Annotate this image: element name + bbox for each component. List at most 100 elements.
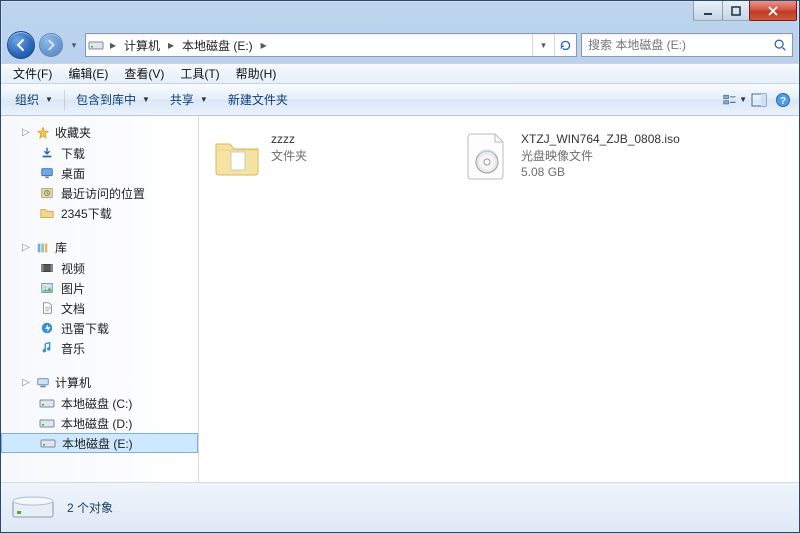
crumb-computer[interactable]: 计算机: [120, 34, 164, 56]
sidebar-group-label: 库: [55, 239, 67, 256]
minimize-icon: [702, 5, 714, 17]
search-box[interactable]: [581, 33, 793, 57]
navbar: ▾ ▸ 计算机 ▸ 本地磁盘 (E:) ▸ ▾: [1, 29, 799, 63]
sidebar-item-videos[interactable]: 视频: [1, 258, 198, 278]
chevron-right-icon[interactable]: ▸: [106, 34, 120, 56]
sidebar-group-computer[interactable]: ▷ 计算机: [1, 372, 198, 393]
search-icon[interactable]: [768, 38, 792, 52]
sidebar-item-label: 本地磁盘 (E:): [62, 435, 133, 452]
item-size: 5.08 GB: [521, 165, 680, 179]
chevron-right-icon[interactable]: ▸: [164, 34, 178, 56]
arrow-right-icon: [45, 39, 57, 51]
sidebar-item-label: 桌面: [61, 165, 85, 182]
chevron-right-icon[interactable]: ▸: [257, 34, 271, 56]
svg-text:?: ?: [780, 96, 786, 107]
sidebar-group-libraries[interactable]: ▷ 库: [1, 237, 198, 258]
list-item[interactable]: XTZJ_WIN764_ZJB_0808.iso 光盘映像文件 5.08 GB: [455, 126, 705, 186]
search-input[interactable]: [582, 38, 768, 52]
chevron-down-icon: ▼: [142, 95, 150, 104]
menu-view[interactable]: 查看(V): [116, 64, 172, 84]
sidebar-group-label: 计算机: [55, 374, 91, 391]
sidebar-item-drive-d[interactable]: 本地磁盘 (D:): [1, 413, 198, 433]
new-folder-button[interactable]: 新建文件夹: [218, 87, 298, 113]
chevron-down-icon: ▾: [541, 40, 546, 51]
sidebar-item-label: 迅雷下载: [61, 320, 109, 337]
video-icon: [39, 260, 55, 276]
folder-icon: [39, 205, 55, 221]
sidebar-item-label: 2345下载: [61, 205, 112, 222]
documents-icon: [39, 300, 55, 316]
drive-icon: [40, 435, 56, 451]
menu-tools[interactable]: 工具(T): [172, 64, 227, 84]
download-icon: [39, 145, 55, 161]
arrow-left-icon: [14, 38, 28, 52]
chevron-down-icon: ▼: [200, 95, 208, 104]
drive-icon: [86, 39, 106, 51]
menu-help[interactable]: 帮助(H): [228, 64, 285, 84]
menu-edit[interactable]: 编辑(E): [60, 64, 116, 84]
chevron-down-icon: ▼: [739, 95, 747, 104]
minimize-button[interactable]: [693, 1, 723, 21]
sidebar-item-label: 视频: [61, 260, 85, 277]
menubar: 文件(F) 编辑(E) 查看(V) 工具(T) 帮助(H): [1, 63, 799, 84]
organize-button[interactable]: 组织▼: [5, 87, 63, 113]
forward-button[interactable]: [39, 33, 63, 57]
view-options-button[interactable]: ▼: [723, 88, 747, 112]
sidebar-item-thunder[interactable]: 迅雷下载: [1, 318, 198, 338]
history-dropdown[interactable]: ▾: [67, 40, 81, 51]
window-controls: [694, 1, 797, 21]
tree-toggle-icon[interactable]: ▷: [21, 242, 31, 253]
close-icon: [767, 5, 779, 17]
address-bar[interactable]: ▸ 计算机 ▸ 本地磁盘 (E:) ▸ ▾: [85, 33, 577, 57]
toolbar-label: 共享: [170, 91, 194, 108]
status-text: 2 个对象: [67, 499, 113, 516]
item-type: 文件夹: [271, 147, 307, 164]
pictures-icon: [39, 280, 55, 296]
sidebar-item-recent[interactable]: 最近访问的位置: [1, 183, 198, 203]
share-button[interactable]: 共享 ▼: [160, 87, 218, 113]
sidebar-item-downloads[interactable]: 下载: [1, 143, 198, 163]
toolbar: 组织▼ 包含到库中 ▼ 共享 ▼ 新建文件夹 ▼ ?: [1, 84, 799, 116]
navigation-pane[interactable]: ▷ 收藏夹 下载 桌面 最近访问的位置 2345下载: [1, 116, 199, 482]
include-library-button[interactable]: 包含到库中 ▼: [66, 87, 160, 113]
sidebar-item-documents[interactable]: 文档: [1, 298, 198, 318]
tree-toggle-icon[interactable]: ▷: [21, 377, 31, 388]
sidebar-item-drive-e[interactable]: 本地磁盘 (E:): [1, 433, 198, 453]
maximize-button[interactable]: [722, 1, 750, 21]
sidebar-group-favorites[interactable]: ▷ 收藏夹: [1, 122, 198, 143]
sidebar-item-label: 文档: [61, 300, 85, 317]
folder-icon: [213, 132, 261, 180]
star-icon: [35, 125, 51, 141]
tree-toggle-icon[interactable]: ▷: [21, 127, 31, 138]
sidebar-item-music[interactable]: 音乐: [1, 338, 198, 358]
sidebar-item-label: 本地磁盘 (C:): [61, 395, 132, 412]
sidebar-item-pictures[interactable]: 图片: [1, 278, 198, 298]
explorer-window: ▾ ▸ 计算机 ▸ 本地磁盘 (E:) ▸ ▾ 文件(F) 编辑(E) 查: [0, 0, 800, 533]
sidebar-item-label: 本地磁盘 (D:): [61, 415, 132, 432]
drive-icon: [39, 395, 55, 411]
preview-pane-button[interactable]: [747, 88, 771, 112]
back-button[interactable]: [7, 31, 35, 59]
list-item[interactable]: zzzz 文件夹: [205, 126, 455, 186]
crumb-drive[interactable]: 本地磁盘 (E:): [178, 34, 257, 56]
address-dropdown[interactable]: ▾: [532, 34, 554, 56]
file-list[interactable]: zzzz 文件夹 XTZJ_WIN764_ZJB_0808: [199, 116, 799, 482]
sidebar-item-drive-c[interactable]: 本地磁盘 (C:): [1, 393, 198, 413]
recent-icon: [39, 185, 55, 201]
music-icon: [39, 340, 55, 356]
libraries-icon: [35, 240, 51, 256]
menu-file[interactable]: 文件(F): [5, 64, 60, 84]
sidebar-item-2345[interactable]: 2345下载: [1, 203, 198, 223]
help-button[interactable]: ?: [771, 88, 795, 112]
toolbar-label: 包含到库中: [76, 91, 136, 108]
close-button[interactable]: [749, 1, 797, 21]
sidebar-item-desktop[interactable]: 桌面: [1, 163, 198, 183]
sidebar-item-label: 最近访问的位置: [61, 185, 145, 202]
sidebar-item-label: 音乐: [61, 340, 85, 357]
chevron-down-icon: ▾: [72, 40, 77, 51]
item-meta: zzzz 文件夹: [271, 132, 307, 164]
refresh-button[interactable]: [554, 34, 576, 56]
item-type: 光盘映像文件: [521, 147, 680, 164]
thunder-icon: [39, 320, 55, 336]
computer-icon: [35, 375, 51, 391]
